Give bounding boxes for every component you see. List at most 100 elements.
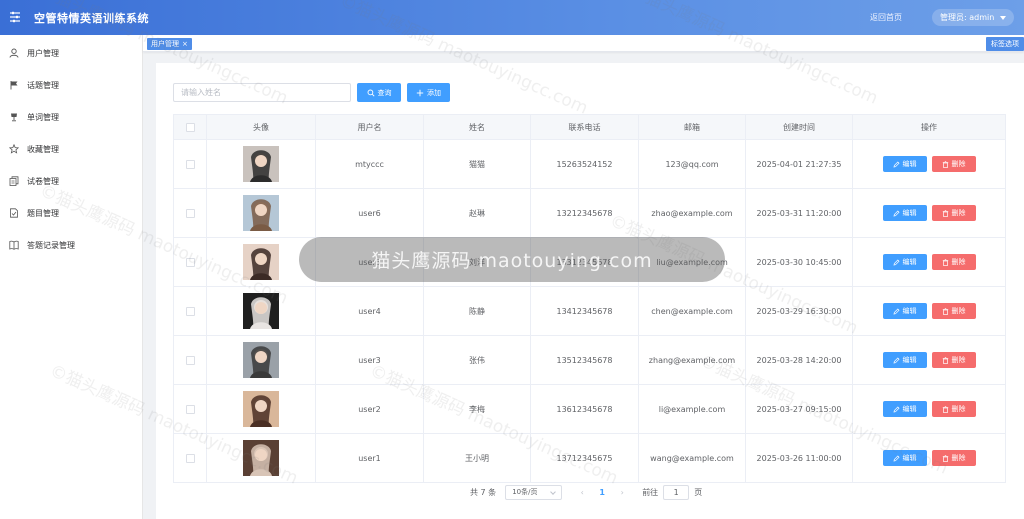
edit-label: 编辑 — [902, 258, 917, 266]
row-checkbox[interactable] — [185, 306, 195, 316]
name-cell: 王小明 — [423, 433, 531, 483]
edit-icon — [893, 455, 899, 461]
avatar — [243, 293, 279, 329]
edit-button[interactable]: 编辑 — [882, 401, 927, 417]
delete-icon — [942, 258, 948, 266]
sidebar-item-label: 单词管理 — [27, 112, 59, 122]
avatar — [243, 391, 279, 427]
sidebar-item-papers[interactable]: 试卷管理 — [0, 171, 143, 191]
delete-icon — [942, 209, 948, 217]
sidebar-item-label: 收藏管理 — [27, 144, 59, 154]
phone-cell: 13612345678 — [530, 384, 639, 434]
header-created: 创建时间 — [745, 114, 853, 140]
table-row: user1 王小明 13712345675 wang@example.com 2025-… — [173, 433, 1006, 483]
created-cell: 2025-03-30 10:45:00 — [745, 237, 853, 287]
menu-toggle-icon[interactable] — [9, 11, 21, 23]
cup-icon — [11, 113, 17, 122]
created-cell: 2025-03-26 11:00:00 — [745, 433, 853, 483]
email-cell: zhang@example.com — [638, 335, 746, 385]
created-cell: 2025-03-27 09:15:00 — [745, 384, 853, 434]
name-cell: 猫猫 — [423, 139, 531, 189]
email-cell: wang@example.com — [638, 433, 746, 483]
user-icon — [9, 48, 19, 58]
phone-cell: 13412345678 — [530, 286, 639, 336]
prev-page-icon[interactable]: ‹ — [576, 488, 588, 497]
sidebar-item-label: 用户管理 — [27, 48, 59, 58]
username-cell: user6 — [315, 188, 424, 238]
sidebar-item-label: 试卷管理 — [27, 176, 59, 186]
table-row: user3 张伟 13512345678 zhang@example.com 2025-… — [173, 335, 1006, 385]
add-button[interactable]: 添加 — [407, 83, 450, 102]
tab-user-management[interactable]: 用户管理 × — [147, 38, 192, 50]
query-label: 查询 — [377, 89, 392, 97]
username-cell: user4 — [315, 286, 424, 336]
edit-label: 编辑 — [902, 307, 917, 315]
header-email: 邮箱 — [638, 114, 746, 140]
row-checkbox[interactable] — [185, 257, 195, 267]
table-row: user4 陈静 13412345678 chen@example.com 2025-0… — [173, 286, 1006, 336]
edit-icon — [893, 406, 899, 412]
edit-label: 编辑 — [902, 405, 917, 413]
edit-button[interactable]: 编辑 — [882, 254, 927, 270]
tab-options-button[interactable]: 标签选项 — [986, 37, 1024, 51]
page-size-select[interactable]: 10条/页 — [505, 484, 563, 500]
sidebar-item-topics[interactable]: 话题管理 — [0, 75, 143, 95]
header-username: 用户名 — [315, 114, 424, 140]
edit-button[interactable]: 编辑 — [882, 450, 927, 466]
delete-button[interactable]: 删除 — [931, 156, 976, 172]
user-menu-dropdown[interactable]: 管理员: admin — [932, 9, 1014, 26]
return-home-link[interactable]: 返回首页 — [870, 12, 902, 23]
query-button[interactable]: 查询 — [357, 83, 401, 102]
delete-button[interactable]: 删除 — [931, 450, 976, 466]
row-checkbox[interactable] — [185, 355, 195, 365]
row-checkbox[interactable] — [185, 208, 195, 218]
sidebar-item-answer-records[interactable]: 答题记录管理 — [0, 235, 143, 255]
avatar-cell — [206, 188, 316, 238]
select-all-checkbox[interactable] — [185, 122, 195, 132]
goto-page-input[interactable]: 1 — [663, 484, 690, 500]
delete-button[interactable]: 删除 — [931, 303, 976, 319]
table-row: user6 赵琳 13212345678 zhao@example.com 2025-0… — [173, 188, 1006, 238]
row-select-cell — [173, 433, 207, 483]
page-number-current[interactable]: 1 — [588, 488, 616, 497]
edit-button[interactable]: 编辑 — [882, 156, 927, 172]
tab-label: 用户管理 — [151, 40, 179, 48]
row-checkbox[interactable] — [185, 159, 195, 169]
edit-button[interactable]: 编辑 — [882, 303, 927, 319]
sidebar-item-label: 答题记录管理 — [27, 240, 75, 250]
row-checkbox[interactable] — [185, 404, 195, 414]
name-search-input[interactable] — [173, 83, 351, 102]
next-page-icon[interactable]: › — [616, 488, 628, 497]
avatar — [243, 146, 279, 182]
actions-cell: 编辑 删除 — [852, 433, 1006, 483]
flag-icon — [10, 81, 18, 90]
username-cell: user1 — [315, 433, 424, 483]
close-icon[interactable]: × — [182, 38, 188, 50]
row-select-cell — [173, 188, 207, 238]
delete-button[interactable]: 删除 — [931, 401, 976, 417]
chevron-down-icon — [550, 488, 557, 495]
row-checkbox[interactable] — [185, 453, 195, 463]
delete-button[interactable]: 删除 — [931, 352, 976, 368]
sidebar-item-favorites[interactable]: 收藏管理 — [0, 139, 143, 159]
name-cell: 张伟 — [423, 335, 531, 385]
header-phone: 联系电话 — [530, 114, 639, 140]
sidebar-item-users[interactable]: 用户管理 — [0, 43, 143, 63]
delete-label: 删除 — [951, 356, 966, 364]
created-cell: 2025-03-31 11:20:00 — [745, 188, 853, 238]
edit-label: 编辑 — [902, 209, 917, 217]
sidebar-item-words[interactable]: 单词管理 — [0, 107, 143, 127]
sidebar-item-questions[interactable]: 题目管理 — [0, 203, 143, 223]
edit-button[interactable]: 编辑 — [882, 205, 927, 221]
phone-cell: 15263524152 — [530, 139, 639, 189]
delete-button[interactable]: 删除 — [931, 254, 976, 270]
name-cell: 陈静 — [423, 286, 531, 336]
edit-icon — [893, 161, 899, 167]
delete-button[interactable]: 删除 — [931, 205, 976, 221]
row-select-cell — [173, 384, 207, 434]
edit-label: 编辑 — [902, 356, 917, 364]
delete-label: 删除 — [951, 258, 966, 266]
actions-cell: 编辑 删除 — [852, 139, 1006, 189]
edit-button[interactable]: 编辑 — [882, 352, 927, 368]
email-cell: 123@qq.com — [638, 139, 746, 189]
